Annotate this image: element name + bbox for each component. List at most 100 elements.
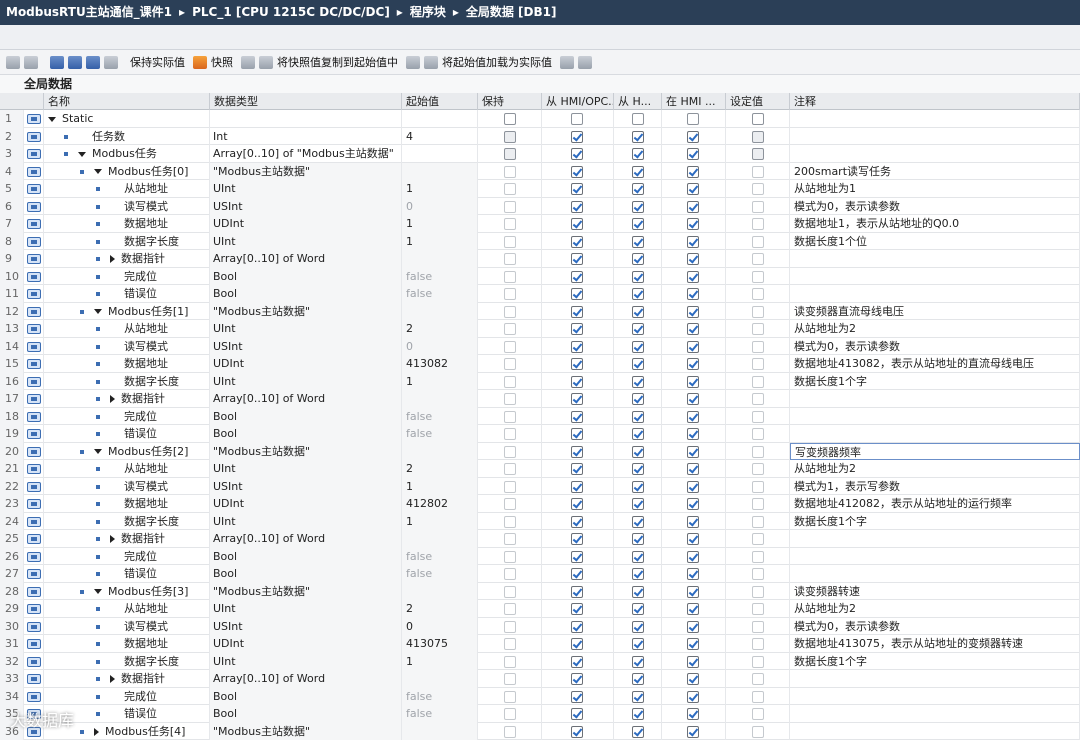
writable-hmi-checkbox[interactable] xyxy=(632,585,644,598)
setpoint-checkbox[interactable] xyxy=(752,288,764,300)
start-value-cell[interactable] xyxy=(402,582,478,600)
retain-checkbox[interactable] xyxy=(504,463,516,475)
row-number[interactable]: 19 xyxy=(0,425,24,443)
start-value-cell[interactable]: 1 xyxy=(402,215,478,233)
collapse-arrow-icon[interactable] xyxy=(78,151,86,157)
accessible-hmi-checkbox[interactable] xyxy=(571,655,583,668)
breadcrumb-item[interactable]: 程序块 xyxy=(410,5,446,19)
header-name[interactable]: 名称 xyxy=(44,93,210,110)
visible-hmi-checkbox[interactable] xyxy=(687,533,699,545)
comment-cell[interactable]: 读变频器转速 xyxy=(790,582,1080,600)
name-cell[interactable]: 读写模式 xyxy=(44,477,210,495)
start-value-cell[interactable]: 0 xyxy=(402,197,478,215)
setpoint-checkbox[interactable] xyxy=(752,690,764,703)
table-row[interactable]: 19 错误位 Bool false xyxy=(0,425,1080,443)
comment-cell[interactable]: 模式为0，表示读参数 xyxy=(790,197,1080,215)
writable-hmi-checkbox[interactable] xyxy=(632,235,644,248)
expand-all-icon[interactable] xyxy=(50,55,64,69)
start-value-cell[interactable]: false xyxy=(402,687,478,705)
row-number[interactable]: 1 xyxy=(0,110,24,128)
setpoint-checkbox[interactable] xyxy=(752,463,764,475)
name-cell[interactable]: 错误位 xyxy=(44,285,210,303)
name-cell[interactable]: 从站地址 xyxy=(44,460,210,478)
row-number[interactable]: 6 xyxy=(0,197,24,215)
start-value-cell[interactable] xyxy=(402,530,478,548)
comment-cell[interactable]: 从站地址为1 xyxy=(790,180,1080,198)
comment-cell[interactable]: 模式为1，表示写参数 xyxy=(790,477,1080,495)
retain-checkbox[interactable] xyxy=(504,603,516,615)
comment-cell[interactable]: 写变频器频率 xyxy=(790,442,1080,460)
name-cell[interactable]: 数据指针 xyxy=(44,390,210,408)
data-type-cell[interactable]: Bool xyxy=(210,547,402,565)
data-type-cell[interactable]: Bool xyxy=(210,425,402,443)
setpoint-checkbox[interactable] xyxy=(752,305,764,318)
comment-cell[interactable] xyxy=(790,722,1080,740)
setpoint-checkbox[interactable] xyxy=(752,550,764,563)
name-cell[interactable]: 错误位 xyxy=(44,565,210,583)
data-type-cell[interactable]: Bool xyxy=(210,285,402,303)
row-number[interactable]: 12 xyxy=(0,302,24,320)
start-value-cell[interactable]: 1 xyxy=(402,477,478,495)
start-value-cell[interactable] xyxy=(402,670,478,688)
header-retain[interactable]: 保持 xyxy=(478,93,542,110)
data-type-cell[interactable]: UInt xyxy=(210,600,402,618)
row-number[interactable]: 18 xyxy=(0,407,24,425)
table-row[interactable]: 21 从站地址 UInt 2 从站地址为2 xyxy=(0,460,1080,478)
table-row[interactable]: 14 读写模式 USInt 0 模式为0，表示读参数 xyxy=(0,337,1080,355)
name-cell[interactable]: Static xyxy=(44,110,210,128)
setpoint-checkbox[interactable] xyxy=(752,480,764,493)
breadcrumb-item[interactable]: PLC_1 [CPU 1215C DC/DC/DC] xyxy=(192,5,390,19)
accessible-hmi-checkbox[interactable] xyxy=(571,620,583,633)
row-number[interactable]: 26 xyxy=(0,547,24,565)
copy-all-icon[interactable] xyxy=(259,55,273,69)
load-all-icon[interactable] xyxy=(424,55,438,69)
start-value-cell[interactable]: 0 xyxy=(402,337,478,355)
visible-hmi-checkbox[interactable] xyxy=(687,603,699,615)
data-type-cell[interactable]: UInt xyxy=(210,232,402,250)
retain-checkbox[interactable] xyxy=(504,218,516,230)
collapse-arrow-icon[interactable] xyxy=(94,309,102,314)
retain-checkbox[interactable] xyxy=(504,113,516,125)
visible-hmi-checkbox[interactable] xyxy=(687,130,699,143)
name-cell[interactable]: 完成位 xyxy=(44,407,210,425)
start-value-cell[interactable]: 412802 xyxy=(402,495,478,513)
visible-hmi-checkbox[interactable] xyxy=(687,165,699,178)
retain-checkbox[interactable] xyxy=(504,410,516,423)
data-type-cell[interactable]: Int xyxy=(210,127,402,145)
table-row[interactable]: 13 从站地址 UInt 2 从站地址为2 xyxy=(0,320,1080,338)
writable-hmi-checkbox[interactable] xyxy=(632,533,644,545)
data-type-cell[interactable]: USInt xyxy=(210,477,402,495)
table-row[interactable]: 24 数据字长度 UInt 1 数据长度1个字 xyxy=(0,512,1080,530)
row-number[interactable]: 17 xyxy=(0,390,24,408)
retain-checkbox[interactable] xyxy=(504,270,516,283)
accessible-hmi-checkbox[interactable] xyxy=(571,305,583,318)
visible-hmi-checkbox[interactable] xyxy=(687,690,699,703)
writable-hmi-checkbox[interactable] xyxy=(632,673,644,685)
row-number[interactable]: 27 xyxy=(0,565,24,583)
writable-hmi-checkbox[interactable] xyxy=(632,568,644,580)
accessible-hmi-checkbox[interactable] xyxy=(571,270,583,283)
name-cell[interactable]: 读写模式 xyxy=(44,197,210,215)
name-cell[interactable]: 从站地址 xyxy=(44,180,210,198)
writable-hmi-checkbox[interactable] xyxy=(632,305,644,318)
row-number[interactable]: 2 xyxy=(0,127,24,145)
load-icon[interactable] xyxy=(406,55,420,69)
table-row[interactable]: 5 从站地址 UInt 1 从站地址为1 xyxy=(0,180,1080,198)
start-value-cell[interactable]: 1 xyxy=(402,372,478,390)
table-row[interactable]: 26 完成位 Bool false xyxy=(0,547,1080,565)
visible-hmi-checkbox[interactable] xyxy=(687,480,699,493)
retain-checkbox[interactable] xyxy=(504,655,516,668)
visible-hmi-checkbox[interactable] xyxy=(687,708,699,720)
writable-hmi-checkbox[interactable] xyxy=(632,603,644,615)
writable-hmi-checkbox[interactable] xyxy=(632,183,644,195)
setpoint-checkbox[interactable] xyxy=(752,235,764,248)
retain-checkbox[interactable] xyxy=(504,130,516,143)
comment-cell[interactable] xyxy=(790,110,1080,128)
comment-cell[interactable] xyxy=(790,687,1080,705)
retain-checkbox[interactable] xyxy=(504,725,516,738)
comment-cell[interactable] xyxy=(790,285,1080,303)
row-number[interactable]: 4 xyxy=(0,162,24,180)
visible-hmi-checkbox[interactable] xyxy=(687,340,699,353)
table-row[interactable]: 27 错误位 Bool false xyxy=(0,565,1080,583)
setpoint-checkbox[interactable] xyxy=(752,620,764,633)
